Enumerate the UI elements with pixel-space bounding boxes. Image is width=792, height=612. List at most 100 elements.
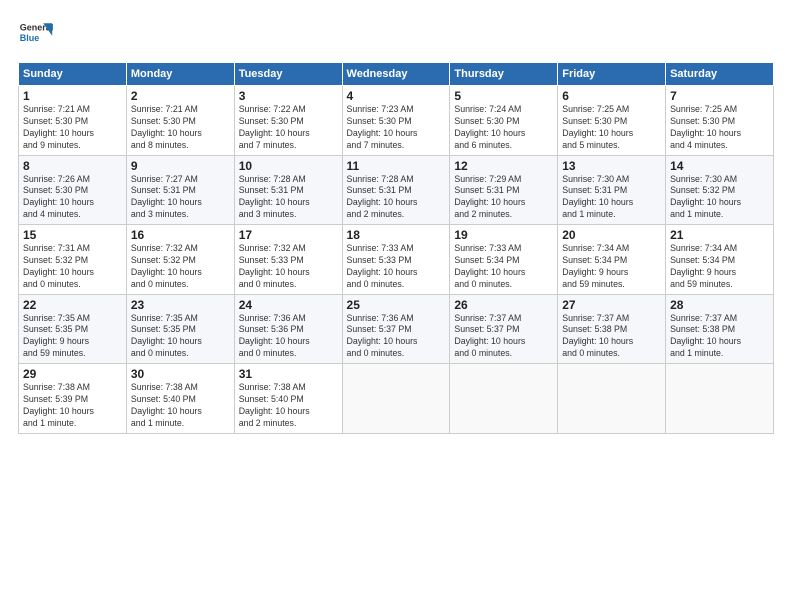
calendar-cell: 12Sunrise: 7:29 AM Sunset: 5:31 PM Dayli… xyxy=(450,155,558,225)
column-header-thursday: Thursday xyxy=(450,63,558,86)
day-info: Sunrise: 7:28 AM Sunset: 5:31 PM Dayligh… xyxy=(239,174,338,222)
calendar-cell: 18Sunrise: 7:33 AM Sunset: 5:33 PM Dayli… xyxy=(342,225,450,295)
calendar-cell: 21Sunrise: 7:34 AM Sunset: 5:34 PM Dayli… xyxy=(666,225,774,295)
day-number: 15 xyxy=(23,228,122,242)
day-number: 28 xyxy=(670,298,769,312)
calendar-cell: 24Sunrise: 7:36 AM Sunset: 5:36 PM Dayli… xyxy=(234,294,342,364)
column-header-tuesday: Tuesday xyxy=(234,63,342,86)
svg-text:Blue: Blue xyxy=(20,33,40,43)
calendar-cell: 2Sunrise: 7:21 AM Sunset: 5:30 PM Daylig… xyxy=(126,86,234,156)
day-info: Sunrise: 7:28 AM Sunset: 5:31 PM Dayligh… xyxy=(347,174,446,222)
day-number: 2 xyxy=(131,89,230,103)
day-number: 3 xyxy=(239,89,338,103)
calendar-cell: 1Sunrise: 7:21 AM Sunset: 5:30 PM Daylig… xyxy=(19,86,127,156)
calendar-cell: 26Sunrise: 7:37 AM Sunset: 5:37 PM Dayli… xyxy=(450,294,558,364)
calendar-week-5: 29Sunrise: 7:38 AM Sunset: 5:39 PM Dayli… xyxy=(19,364,774,434)
calendar-cell: 15Sunrise: 7:31 AM Sunset: 5:32 PM Dayli… xyxy=(19,225,127,295)
calendar-cell: 4Sunrise: 7:23 AM Sunset: 5:30 PM Daylig… xyxy=(342,86,450,156)
column-header-friday: Friday xyxy=(558,63,666,86)
day-number: 14 xyxy=(670,159,769,173)
column-header-wednesday: Wednesday xyxy=(342,63,450,86)
calendar-cell xyxy=(342,364,450,434)
day-number: 13 xyxy=(562,159,661,173)
day-number: 29 xyxy=(23,367,122,381)
day-number: 4 xyxy=(347,89,446,103)
day-number: 12 xyxy=(454,159,553,173)
calendar-body: 1 Sunrise: 7:21 AM Sunset: 5:30 PM Daylig… xyxy=(19,86,774,434)
calendar-cell: 19Sunrise: 7:33 AM Sunset: 5:34 PM Dayli… xyxy=(450,225,558,295)
logo: General Blue xyxy=(18,16,54,52)
day-info: Sunrise: 7:23 AM Sunset: 5:30 PM Dayligh… xyxy=(347,104,446,152)
day-number: 18 xyxy=(347,228,446,242)
calendar: SundayMondayTuesdayWednesdayThursdayFrid… xyxy=(18,62,774,434)
day-info: Sunrise: 7:32 AM Sunset: 5:32 PM Dayligh… xyxy=(131,243,230,291)
day-number: 1 xyxy=(23,89,122,103)
header: General Blue xyxy=(18,16,774,52)
day-info: Sunrise: 7:29 AM Sunset: 5:31 PM Dayligh… xyxy=(454,174,553,222)
day-number: 27 xyxy=(562,298,661,312)
day-info: Sunrise: 7:25 AM Sunset: 5:30 PM Dayligh… xyxy=(670,104,769,152)
day-number: 23 xyxy=(131,298,230,312)
day-info: Sunrise: 7:38 AM Sunset: 5:40 PM Dayligh… xyxy=(131,382,230,430)
calendar-cell: 13Sunrise: 7:30 AM Sunset: 5:31 PM Dayli… xyxy=(558,155,666,225)
day-number: 19 xyxy=(454,228,553,242)
page: General Blue SundayMondayTuesdayWednesda… xyxy=(0,0,792,444)
calendar-cell: 10Sunrise: 7:28 AM Sunset: 5:31 PM Dayli… xyxy=(234,155,342,225)
day-info: Sunrise: 7:34 AM Sunset: 5:34 PM Dayligh… xyxy=(670,243,769,291)
day-info: Sunrise: 7:33 AM Sunset: 5:34 PM Dayligh… xyxy=(454,243,553,291)
calendar-cell: 20Sunrise: 7:34 AM Sunset: 5:34 PM Dayli… xyxy=(558,225,666,295)
day-number: 5 xyxy=(454,89,553,103)
day-number: 26 xyxy=(454,298,553,312)
calendar-week-3: 15Sunrise: 7:31 AM Sunset: 5:32 PM Dayli… xyxy=(19,225,774,295)
calendar-cell xyxy=(558,364,666,434)
day-number: 10 xyxy=(239,159,338,173)
column-header-saturday: Saturday xyxy=(666,63,774,86)
calendar-cell: 7Sunrise: 7:25 AM Sunset: 5:30 PM Daylig… xyxy=(666,86,774,156)
logo-icon: General Blue xyxy=(18,16,54,52)
day-number: 22 xyxy=(23,298,122,312)
day-info: Sunrise: 7:36 AM Sunset: 5:36 PM Dayligh… xyxy=(239,313,338,361)
day-number: 6 xyxy=(562,89,661,103)
day-info: Sunrise: 7:37 AM Sunset: 5:38 PM Dayligh… xyxy=(670,313,769,361)
day-info: Sunrise: 7:37 AM Sunset: 5:37 PM Dayligh… xyxy=(454,313,553,361)
calendar-cell: 14Sunrise: 7:30 AM Sunset: 5:32 PM Dayli… xyxy=(666,155,774,225)
day-number: 7 xyxy=(670,89,769,103)
day-info: Sunrise: 7:25 AM Sunset: 5:30 PM Dayligh… xyxy=(562,104,661,152)
day-number: 31 xyxy=(239,367,338,381)
calendar-cell xyxy=(666,364,774,434)
day-info: Sunrise: 7:26 AM Sunset: 5:30 PM Dayligh… xyxy=(23,174,122,222)
day-info: Sunrise: 7:34 AM Sunset: 5:34 PM Dayligh… xyxy=(562,243,661,291)
calendar-cell: 29Sunrise: 7:38 AM Sunset: 5:39 PM Dayli… xyxy=(19,364,127,434)
day-info: Sunrise: 7:32 AM Sunset: 5:33 PM Dayligh… xyxy=(239,243,338,291)
day-info: Sunrise: 7:24 AM Sunset: 5:30 PM Dayligh… xyxy=(454,104,553,152)
calendar-cell: 27Sunrise: 7:37 AM Sunset: 5:38 PM Dayli… xyxy=(558,294,666,364)
calendar-week-2: 8Sunrise: 7:26 AM Sunset: 5:30 PM Daylig… xyxy=(19,155,774,225)
day-info: Sunrise: 7:38 AM Sunset: 5:39 PM Dayligh… xyxy=(23,382,122,430)
day-number: 21 xyxy=(670,228,769,242)
column-header-sunday: Sunday xyxy=(19,63,127,86)
calendar-cell: 22Sunrise: 7:35 AM Sunset: 5:35 PM Dayli… xyxy=(19,294,127,364)
day-number: 9 xyxy=(131,159,230,173)
day-info: Sunrise: 7:36 AM Sunset: 5:37 PM Dayligh… xyxy=(347,313,446,361)
calendar-cell: 28Sunrise: 7:37 AM Sunset: 5:38 PM Dayli… xyxy=(666,294,774,364)
column-header-monday: Monday xyxy=(126,63,234,86)
day-info: Sunrise: 7:30 AM Sunset: 5:31 PM Dayligh… xyxy=(562,174,661,222)
day-info: Sunrise: 7:37 AM Sunset: 5:38 PM Dayligh… xyxy=(562,313,661,361)
calendar-cell: 17Sunrise: 7:32 AM Sunset: 5:33 PM Dayli… xyxy=(234,225,342,295)
day-number: 17 xyxy=(239,228,338,242)
day-info: Sunrise: 7:35 AM Sunset: 5:35 PM Dayligh… xyxy=(131,313,230,361)
day-info: Sunrise: 7:33 AM Sunset: 5:33 PM Dayligh… xyxy=(347,243,446,291)
calendar-cell: 9Sunrise: 7:27 AM Sunset: 5:31 PM Daylig… xyxy=(126,155,234,225)
calendar-week-1: 1 Sunrise: 7:21 AM Sunset: 5:30 PM Daylig… xyxy=(19,86,774,156)
day-info: Sunrise: 7:21 AM Sunset: 5:30 PM Dayligh… xyxy=(131,104,230,152)
calendar-header-row: SundayMondayTuesdayWednesdayThursdayFrid… xyxy=(19,63,774,86)
calendar-cell: 23Sunrise: 7:35 AM Sunset: 5:35 PM Dayli… xyxy=(126,294,234,364)
day-info: Sunrise: 7:30 AM Sunset: 5:32 PM Dayligh… xyxy=(670,174,769,222)
calendar-cell: 30Sunrise: 7:38 AM Sunset: 5:40 PM Dayli… xyxy=(126,364,234,434)
day-number: 8 xyxy=(23,159,122,173)
day-number: 24 xyxy=(239,298,338,312)
calendar-week-4: 22 Sunrise: 7:35 AM Sunset: 5:35 PM Dayli… xyxy=(19,294,774,364)
day-info: Sunrise: 7:27 AM Sunset: 5:31 PM Dayligh… xyxy=(131,174,230,222)
day-info: Sunrise: 7:22 AM Sunset: 5:30 PM Dayligh… xyxy=(239,104,338,152)
day-number: 11 xyxy=(347,159,446,173)
